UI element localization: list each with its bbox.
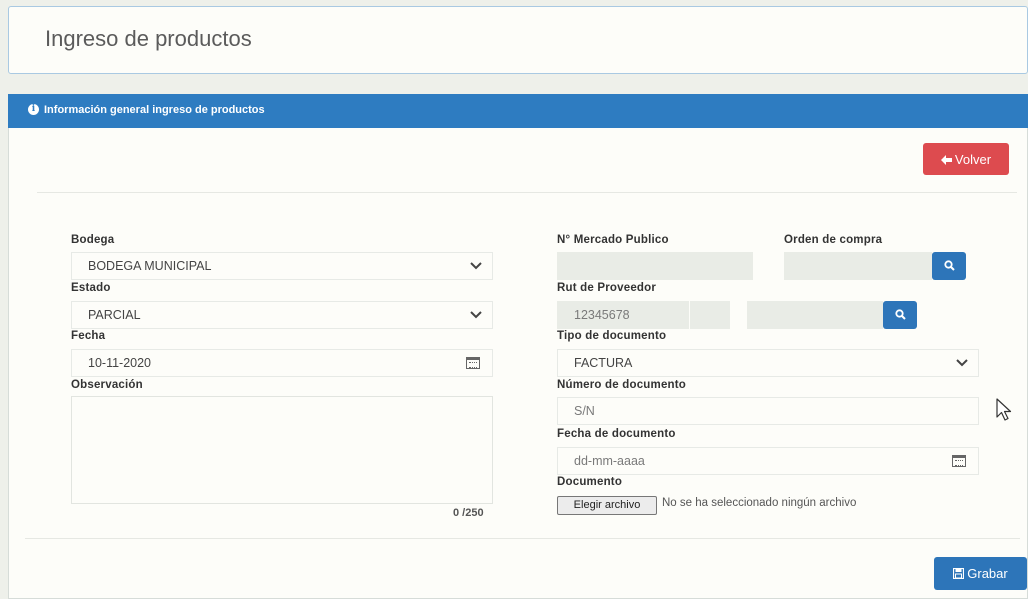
bodega-label: Bodega bbox=[71, 234, 115, 246]
documento-label: Documento bbox=[557, 476, 623, 488]
back-button-label: Volver bbox=[954, 151, 992, 167]
rut-proveedor-label: Rut de Proveedor bbox=[557, 282, 657, 294]
chevron-down-icon bbox=[470, 262, 482, 270]
estado-value: PARCIAL bbox=[88, 308, 141, 322]
search-icon bbox=[943, 259, 955, 271]
observacion-counter: 0 /250 bbox=[453, 507, 484, 519]
proveedor-name-input[interactable] bbox=[747, 301, 883, 329]
mouse-cursor-icon bbox=[996, 398, 1012, 421]
search-proveedor-button[interactable] bbox=[883, 301, 917, 329]
fecha-label: Fecha bbox=[71, 330, 106, 342]
search-icon bbox=[894, 308, 906, 320]
save-button-label: Grabar bbox=[967, 566, 1008, 581]
rut-proveedor-input[interactable]: 12345678 bbox=[557, 301, 689, 329]
tipo-documento-select[interactable]: FACTURA bbox=[557, 349, 979, 377]
arrow-left-icon bbox=[940, 154, 952, 165]
numero-documento-placeholder: S/N bbox=[574, 404, 595, 418]
fecha-documento-label: Fecha de documento bbox=[557, 428, 676, 440]
mercado-publico-input[interactable] bbox=[557, 252, 753, 280]
top-divider bbox=[37, 192, 1017, 193]
fecha-documento-placeholder: dd-mm-aaaa bbox=[574, 454, 645, 468]
bodega-value: BODEGA MUNICIPAL bbox=[88, 259, 212, 273]
tipo-documento-label: Tipo de documento bbox=[557, 330, 667, 342]
general-info-panel bbox=[8, 94, 1028, 599]
fecha-documento-input[interactable]: dd-mm-aaaa bbox=[557, 447, 979, 475]
chevron-down-icon bbox=[956, 359, 968, 367]
numero-documento-label: Número de documento bbox=[557, 379, 687, 391]
info-icon: i bbox=[28, 104, 39, 115]
calendar-icon[interactable] bbox=[466, 357, 480, 369]
rut-proveedor-placeholder: 12345678 bbox=[574, 308, 630, 322]
bottom-divider bbox=[25, 538, 1020, 539]
mercado-publico-label: N° Mercado Publico bbox=[557, 234, 669, 246]
observacion-textarea[interactable] bbox=[71, 396, 493, 504]
calendar-icon[interactable] bbox=[952, 455, 966, 467]
file-status-text: No se ha seleccionado ningún archivo bbox=[662, 497, 857, 509]
fecha-input[interactable]: 10-11-2020 bbox=[71, 349, 493, 377]
estado-select[interactable]: PARCIAL bbox=[71, 301, 493, 329]
tipo-documento-value: FACTURA bbox=[574, 356, 633, 370]
numero-documento-input[interactable]: S/N bbox=[557, 397, 979, 425]
orden-compra-label: Orden de compra bbox=[784, 234, 883, 246]
page-title: Ingreso de productos bbox=[45, 26, 252, 51]
search-orden-compra-button[interactable] bbox=[932, 252, 966, 280]
fecha-value: 10-11-2020 bbox=[88, 356, 152, 370]
back-button[interactable]: Volver bbox=[923, 143, 1009, 175]
rut-dv-input[interactable] bbox=[690, 301, 730, 329]
chevron-down-icon bbox=[470, 311, 482, 319]
panel-header: i Información general ingreso de product… bbox=[8, 94, 1028, 128]
panel-header-title: Información general ingreso de productos bbox=[44, 104, 265, 116]
bodega-select[interactable]: BODEGA MUNICIPAL bbox=[71, 252, 493, 280]
orden-compra-input[interactable] bbox=[784, 252, 932, 280]
estado-label: Estado bbox=[71, 282, 111, 294]
observacion-label: Observación bbox=[71, 379, 143, 391]
floppy-disk-icon bbox=[953, 567, 965, 580]
choose-file-button[interactable]: Elegir archivo bbox=[557, 496, 657, 515]
save-button[interactable]: Grabar bbox=[934, 557, 1027, 590]
